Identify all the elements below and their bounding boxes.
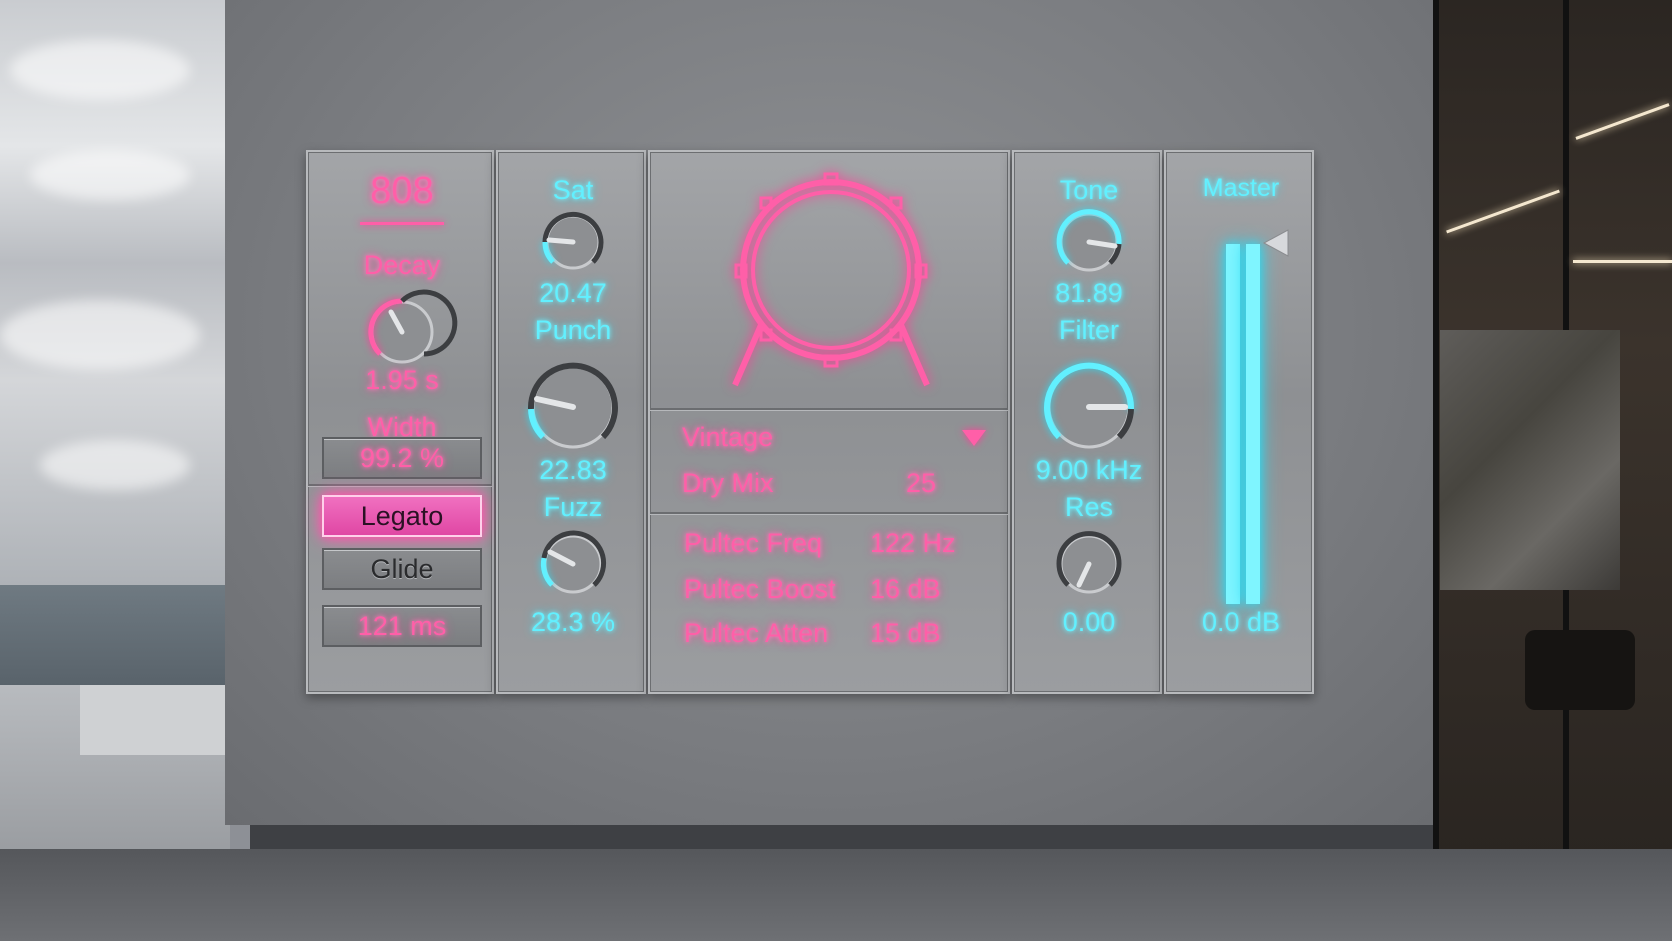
- floor: [0, 849, 1672, 941]
- lounge-chair: [1525, 630, 1635, 710]
- mode-dropdown[interactable]: Vintage: [670, 414, 990, 458]
- master-label: Master: [1202, 174, 1280, 202]
- master-fader-handle[interactable]: [1262, 229, 1289, 257]
- sat-label: Sat: [552, 175, 594, 205]
- master-meter-left: [1226, 244, 1240, 604]
- decay-value: 1.95 s: [365, 365, 439, 395]
- width-field[interactable]: 99.2 %: [322, 437, 482, 479]
- preset-title: 808: [370, 170, 434, 212]
- decay-label: Decay: [363, 250, 441, 280]
- marble-wall: [1440, 330, 1620, 590]
- tone-knob[interactable]: [1047, 200, 1131, 284]
- decay-knob[interactable]: [357, 287, 458, 377]
- master-meter-right: [1246, 244, 1260, 604]
- voice-divider: [308, 484, 492, 486]
- sea-background: [0, 585, 230, 685]
- pultec-atten-label: Pultec Atten: [684, 618, 829, 648]
- center-divider-bottom: [650, 512, 1008, 514]
- res-label: Res: [1064, 492, 1114, 522]
- glide-time-field[interactable]: 121 ms: [322, 605, 482, 647]
- glide-time-value: 121 ms: [357, 611, 447, 641]
- filter-knob[interactable]: [1029, 347, 1149, 467]
- concrete-bench: [80, 685, 230, 755]
- dry-mix-label: Dry Mix: [682, 468, 774, 498]
- dropdown-triangle-icon: [962, 430, 986, 446]
- center-panel: Vintage Dry Mix 25 Pultec Freq 122 Hz Pu…: [648, 150, 1010, 694]
- center-divider-top: [650, 408, 1008, 410]
- res-knob[interactable]: [1047, 522, 1131, 606]
- sat-knob[interactable]: [533, 202, 613, 282]
- fuzz-value: 28.3 %: [530, 607, 616, 637]
- res-value: 0.00: [1062, 607, 1116, 637]
- wall-base: [250, 825, 1433, 849]
- mode-value: Vintage: [682, 422, 774, 452]
- punch-knob[interactable]: [513, 347, 633, 467]
- sat-value: 20.47: [539, 278, 607, 308]
- pultec-atten-value[interactable]: 15 dB: [870, 620, 941, 647]
- fuzz-knob[interactable]: [531, 522, 615, 606]
- glide-label: Glide: [370, 554, 434, 584]
- pultec-freq-value[interactable]: 122 Hz: [870, 530, 956, 557]
- tone-value: 81.89: [1055, 278, 1123, 308]
- dry-mix-value[interactable]: 25: [906, 470, 936, 497]
- legato-button[interactable]: Legato: [322, 495, 482, 537]
- pultec-boost-label: Pultec Boost: [684, 574, 836, 604]
- title-underline: [360, 222, 444, 225]
- pultec-freq-label: Pultec Freq: [684, 528, 823, 558]
- punch-label: Punch: [534, 315, 612, 345]
- fuzz-label: Fuzz: [543, 492, 603, 522]
- drive-panel: Sat 20.47 Punch 22.83 Fuzz 28.3 %: [496, 150, 646, 694]
- bass-drum-icon: [732, 172, 930, 387]
- width-value: 99.2 %: [359, 443, 445, 473]
- pultec-boost-value[interactable]: 16 dB: [870, 576, 941, 603]
- legato-label: Legato: [360, 501, 444, 531]
- filter-panel: Tone 81.89 Filter 9.00 kHz Res 0.00: [1012, 150, 1162, 694]
- filter-label: Filter: [1059, 315, 1119, 345]
- master-panel: Master 0.0 dB: [1164, 150, 1314, 694]
- sky-background: [0, 0, 230, 585]
- drum-synth-plugin: 808 Decay 1.95 s Width 99.2 % Legato Gli…: [306, 150, 1354, 694]
- punch-value: 22.83: [539, 455, 607, 485]
- master-value: 0.0 dB: [1201, 607, 1281, 637]
- voice-panel: 808 Decay 1.95 s Width 99.2 % Legato Gli…: [306, 150, 494, 694]
- master-meter: [1226, 244, 1264, 604]
- glide-button[interactable]: Glide: [322, 548, 482, 590]
- filter-value: 9.00 kHz: [1035, 455, 1143, 485]
